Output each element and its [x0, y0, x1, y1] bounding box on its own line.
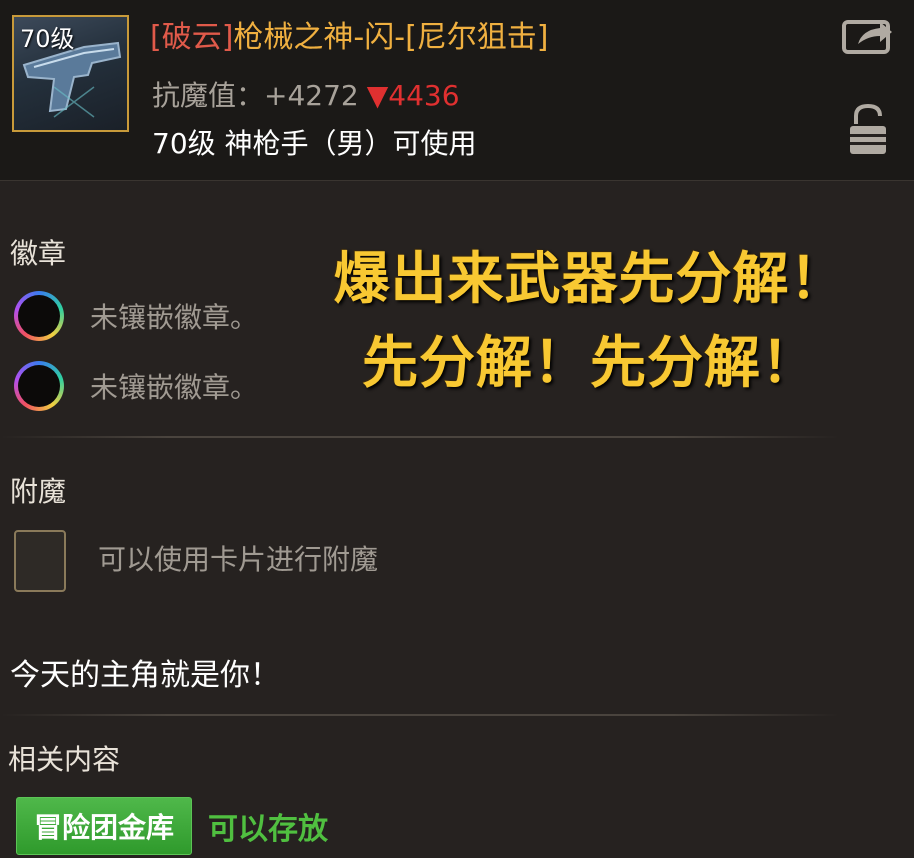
divider — [0, 714, 840, 716]
overlay-caption-line1: 爆出来武器先分解！ — [333, 247, 847, 312]
badge-slot-icon — [14, 291, 64, 341]
item-name-text: 枪械之神-闪-[尼尔狙击] — [233, 20, 549, 55]
enchant-card-slot[interactable] — [14, 530, 66, 592]
guild-storage-button[interactable]: 冒险团金库 — [16, 797, 192, 855]
requirement-text: 70级 神枪手（男）可使用 — [152, 127, 477, 160]
enchant-hint: 可以使用卡片进行附魔 — [98, 543, 379, 576]
item-level-badge: 70级 — [20, 25, 75, 53]
badge-section-title: 徽章 — [10, 237, 67, 270]
stat-value: +4272 — [264, 79, 359, 112]
share-icon — [842, 20, 892, 54]
lock-icon — [850, 103, 886, 154]
item-tag: [破云] — [150, 20, 234, 55]
down-arrow-icon: ▼ — [366, 79, 389, 112]
enchant-section-title: 附魔 — [10, 475, 67, 508]
overlay-caption-line2: 先分解！先分解！ — [362, 331, 818, 396]
badge-slot-text: 未镶嵌徽章。 — [90, 301, 259, 334]
badge-slot[interactable]: 未镶嵌徽章。 — [14, 358, 258, 414]
stat-compare-value: 4436 — [388, 79, 460, 112]
storage-note: 可以存放 — [208, 812, 328, 847]
stat-label: 抗魔值： — [152, 79, 265, 112]
lock-button[interactable] — [848, 102, 888, 156]
item-name: [破云]枪械之神-闪-[尼尔狙击] — [150, 12, 548, 56]
stat-line: 抗魔值：+4272 ▼4436 — [152, 74, 460, 114]
badge-slot-icon — [14, 361, 64, 411]
stat-compare: ▼4436 — [367, 79, 460, 112]
flavor-text: 今天的主角就是你！ — [10, 658, 280, 693]
item-header: 70级 [破云]枪械之神-闪-[尼尔狙击] 抗魔值：+4272 ▼4436 70级… — [0, 0, 914, 181]
badge-slot-text: 未镶嵌徽章。 — [90, 371, 259, 404]
related-section-title: 相关内容 — [8, 743, 121, 776]
share-button[interactable] — [840, 14, 896, 56]
badge-slot[interactable]: 未镶嵌徽章。 — [14, 288, 258, 344]
divider — [0, 436, 840, 438]
weapon-icon[interactable]: 70级 — [12, 15, 129, 132]
